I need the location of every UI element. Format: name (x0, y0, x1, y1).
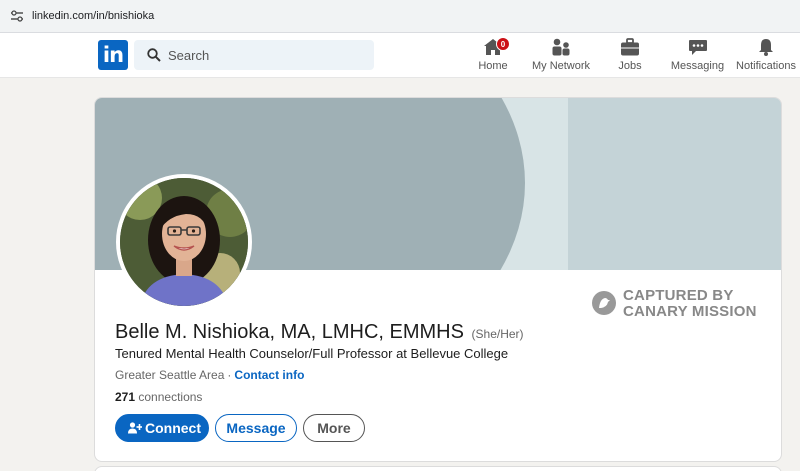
connections-count: 271 (115, 390, 136, 404)
nav-item-home[interactable]: 0 Home (472, 37, 514, 75)
add-person-icon (128, 422, 142, 434)
url-text[interactable]: linkedin.com/in/bnishioka (32, 10, 154, 22)
profile-headline: Tenured Mental Health Counselor/Full Pro… (115, 346, 509, 361)
bird-icon (592, 291, 616, 315)
profile-location-row: Greater Seattle Area · Contact info (115, 368, 304, 382)
connect-label: Connect (145, 420, 201, 436)
profile-card: CAPTURED BY CANARY MISSION Belle M. Nish… (94, 97, 782, 462)
profile-name: Belle M. Nishioka, MA, LMHC, EMMHS (115, 321, 464, 343)
top-nav: in 0 Home My Network Jobs (0, 33, 800, 78)
notification-badge: 0 (496, 37, 510, 51)
chat-icon (688, 40, 707, 55)
watermark-line-1: CAPTURED BY (623, 287, 734, 304)
profile-name-row: Belle M. Nishioka, MA, LMHC, EMMHS (She/… (115, 321, 524, 344)
nav-label-jobs: Jobs (618, 60, 642, 72)
watermark-line-2: CANARY MISSION (623, 303, 757, 320)
contact-info-link[interactable]: Contact info (234, 368, 304, 382)
nav-item-messaging[interactable]: Messaging (670, 37, 725, 75)
nav-label-notifications: Notifications (736, 60, 796, 72)
profile-location: Greater Seattle Area (115, 368, 225, 382)
nav-item-notifications[interactable]: Notifications (735, 37, 797, 75)
nav-item-jobs[interactable]: Jobs (610, 37, 650, 75)
connections-count-row[interactable]: 271 connections (115, 390, 202, 404)
nav-label-home: Home (478, 60, 508, 72)
portrait-image (120, 178, 248, 306)
canary-mission-watermark: CAPTURED BY CANARY MISSION (591, 288, 771, 322)
nav-label-my-network: My Network (531, 60, 591, 72)
connect-button[interactable]: Connect (115, 414, 209, 442)
separator-dot: · (227, 368, 232, 382)
browser-url-bar[interactable]: linkedin.com/in/bnishioka (0, 0, 800, 33)
search-input[interactable] (168, 40, 368, 70)
site-settings-icon[interactable] (10, 10, 24, 22)
search-icon (147, 48, 161, 62)
nav-item-my-network[interactable]: My Network (530, 37, 592, 75)
message-button[interactable]: Message (215, 414, 297, 442)
banner-right-panel (568, 98, 781, 270)
network-icon (552, 38, 570, 56)
bell-icon (759, 39, 773, 56)
next-section-card (94, 466, 782, 471)
search-box[interactable] (134, 40, 374, 70)
briefcase-icon (621, 38, 639, 56)
connections-label: connections (138, 390, 203, 404)
nav-label-messaging: Messaging (670, 60, 725, 72)
watermark-text: CAPTURED BY CANARY MISSION (623, 288, 757, 320)
profile-photo[interactable] (116, 174, 252, 310)
profile-pronouns: (She/Her) (471, 327, 524, 341)
more-button[interactable]: More (303, 414, 365, 442)
linkedin-logo[interactable]: in (98, 40, 128, 70)
